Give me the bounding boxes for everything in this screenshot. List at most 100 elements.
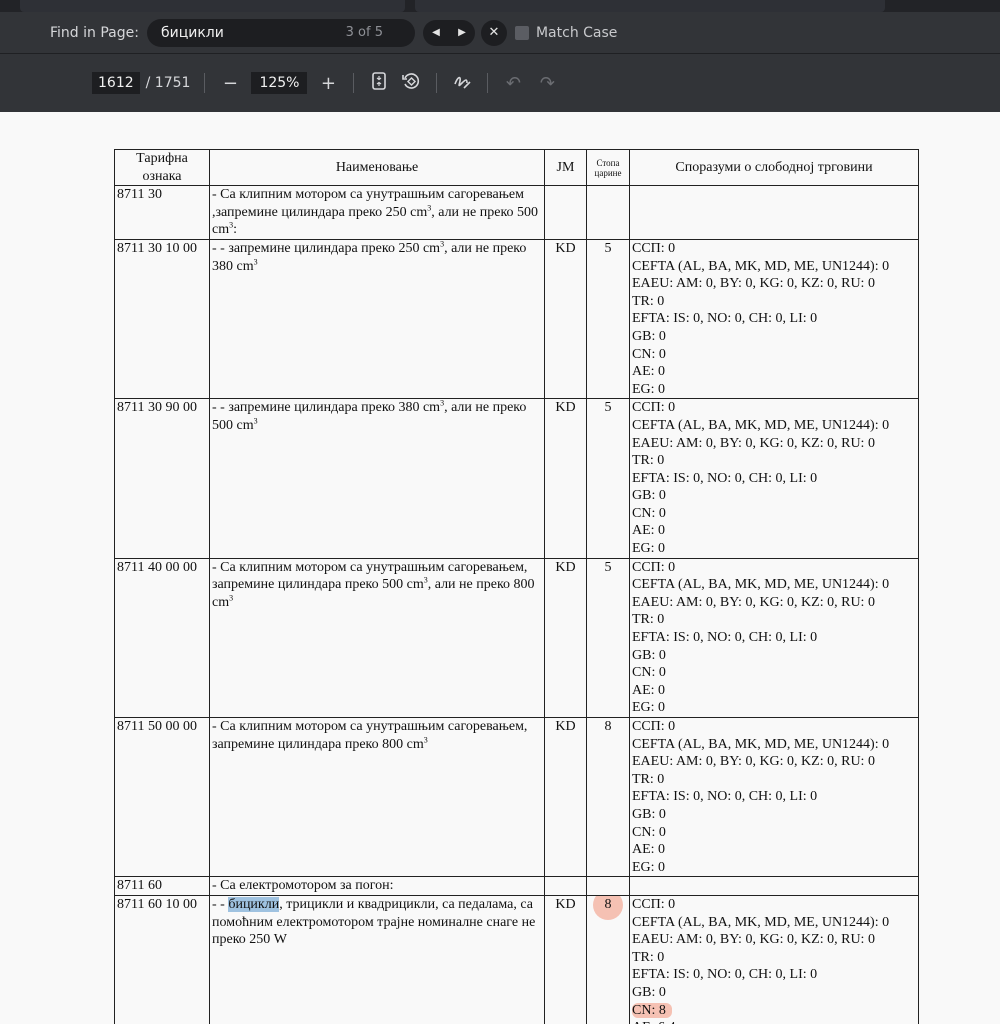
find-label: Find in Page: [50, 24, 139, 41]
pdf-toolbar: 1612 / 1751 − 125% + ↶ ↷ [0, 54, 1000, 112]
agreement-line: EG: 0 [632, 381, 666, 397]
table-row: 8711 60 10 00- - бицикли, трицикли и ква… [114, 894, 919, 1024]
trade-agreements: ССП: 0 CEFTA (AL, BA, MK, MD, ME, UN1244)… [629, 716, 919, 878]
agreement-line: CN: 0 [632, 824, 666, 840]
agreement-line: CEFTA (AL, BA, MK, MD, ME, UN1244): 0 [632, 577, 890, 593]
header-rate: Стопа царине [586, 148, 630, 187]
toolbar-divider [487, 73, 489, 93]
find-query[interactable]: бицикли [161, 25, 224, 41]
agreement-line: CN: 0 [632, 505, 666, 521]
agreement-line: CN: 0 [632, 665, 666, 681]
duty-rate [586, 185, 630, 240]
agreement-line: ССП: 0 [632, 896, 676, 912]
agreement-line: EFTA: IS: 0, NO: 0, CH: 0, LI: 0 [632, 470, 818, 486]
agreement-line: AE: 0 [632, 523, 666, 539]
chevron-right-icon[interactable]: ▶ [452, 27, 472, 38]
rate-annotation-circle: 8 [593, 896, 623, 920]
draw-icon[interactable] [451, 72, 473, 95]
redo-icon[interactable]: ↷ [536, 73, 558, 94]
agreement-line: EG: 0 [632, 700, 666, 716]
zoom-level-input[interactable]: 125% [251, 72, 308, 94]
match-case-checkbox[interactable] [514, 25, 529, 40]
agreement-line: EFTA: IS: 0, NO: 0, CH: 0, LI: 0 [632, 311, 818, 327]
unit-of-measure: KD [544, 716, 587, 878]
trade-agreements: ССП: 0 CEFTA (AL, BA, MK, MD, ME, UN1244)… [629, 557, 919, 719]
browser-tab[interactable] [20, 0, 405, 12]
trade-agreements [629, 876, 919, 896]
tariff-code: 8711 30 90 00 [114, 398, 210, 559]
agreement-line: EAEU: AM: 0, BY: 0, KG: 0, KZ: 0, RU: 0 [632, 594, 875, 610]
duty-rate: 5 [586, 557, 630, 719]
match-case-label[interactable]: Match Case [536, 25, 617, 41]
tariff-code: 8711 60 [114, 876, 210, 896]
table-row: 8711 30- Са клипним мотором са унутрашњи… [114, 185, 919, 240]
agreement-line: EFTA: IS: 0, NO: 0, CH: 0, LI: 0 [632, 967, 818, 983]
agreement-line: EFTA: IS: 0, NO: 0, CH: 0, LI: 0 [632, 630, 818, 646]
agreement-line: EG: 0 [632, 859, 666, 875]
toolbar-divider [204, 73, 206, 93]
item-description: - - бицикли, трицикли и квадрицикли, са … [209, 894, 545, 1024]
agreement-line: CN: 8 [632, 1002, 916, 1020]
zoom-in-button[interactable]: + [317, 73, 339, 94]
agreement-line: AE: 6,4 [632, 1019, 916, 1024]
duty-rate: 8 [586, 716, 630, 878]
unit-of-measure [544, 876, 587, 896]
close-icon[interactable]: ✕ [480, 19, 507, 46]
header-agreements: Споразуми о слободној трговини [629, 148, 919, 187]
find-in-page-bar: Find in Page: бицикли 3 of 5 ◀ ▶ ✕ Match… [0, 12, 1000, 54]
agreement-line: TR: 0 [632, 949, 665, 965]
agreement-line: TR: 0 [632, 453, 665, 469]
rotate-icon[interactable] [400, 72, 422, 95]
browser-tab[interactable] [415, 0, 885, 12]
agreement-line: EAEU: AM: 0, BY: 0, KG: 0, KZ: 0, RU: 0 [632, 435, 875, 451]
agreement-line: AE: 0 [632, 364, 666, 380]
unit-of-measure: KD [544, 238, 587, 400]
item-description: - Са клипним мотором са унутрашњим сагор… [209, 185, 545, 240]
duty-rate: 5 [586, 238, 630, 400]
agreement-line: EAEU: AM: 0, BY: 0, KG: 0, KZ: 0, RU: 0 [632, 932, 875, 948]
page-number-input[interactable]: 1612 [92, 72, 140, 94]
agreement-line: ССП: 0 [632, 240, 676, 256]
tariff-table: Тарифна ознака Наименовање ЈМ Стопа цари… [114, 148, 919, 1024]
agreement-line: EAEU: AM: 0, BY: 0, KG: 0, KZ: 0, RU: 0 [632, 276, 875, 292]
agreement-line: GB: 0 [632, 488, 666, 504]
header-name: Наименовање [209, 148, 545, 187]
match-count: 3 of 5 [345, 25, 383, 40]
duty-rate: 8 [586, 894, 630, 1024]
agreement-line: GB: 0 [632, 328, 666, 344]
tariff-table-body: 8711 30- Са клипним мотором са унутрашњи… [114, 185, 919, 1024]
agreement-line: CN: 0 [632, 346, 666, 362]
item-description: - - запремине цилиндара преко 380 cm3, а… [209, 398, 545, 559]
agreement-line: AE: 0 [632, 842, 666, 858]
agreement-line: ССП: 0 [632, 559, 676, 575]
toolbar-divider [436, 73, 438, 93]
agreement-line: TR: 0 [632, 771, 665, 787]
agreement-line: ССП: 0 [632, 719, 676, 734]
agreement-line: CEFTA (AL, BA, MK, MD, ME, UN1244): 0 [632, 258, 890, 274]
pdf-page: Тарифна ознака Наименовање ЈМ Стопа цари… [0, 112, 1000, 1024]
table-row: 8711 30 90 00- - запремине цилиндара пре… [114, 398, 919, 559]
chevron-left-icon[interactable]: ◀ [426, 27, 446, 38]
duty-rate: 5 [586, 398, 630, 559]
agreement-line: AE: 0 [632, 682, 666, 698]
agreement-line: TR: 0 [632, 612, 665, 628]
table-row: 8711 30 10 00- - запремине цилиндара пре… [114, 238, 919, 400]
item-description: - Са електромотором за погон: [209, 876, 545, 896]
zoom-out-button[interactable]: − [219, 73, 241, 94]
agreement-line: EFTA: IS: 0, NO: 0, CH: 0, LI: 0 [632, 789, 818, 805]
tariff-code: 8711 30 10 00 [114, 238, 210, 400]
find-nav-group: ◀ ▶ [422, 19, 475, 46]
fit-page-icon[interactable] [368, 71, 390, 95]
unit-of-measure: KD [544, 557, 587, 719]
page-total: / 1751 [145, 75, 191, 91]
undo-icon[interactable]: ↶ [502, 73, 524, 94]
tariff-code: 8711 30 [114, 185, 210, 240]
unit-of-measure: KD [544, 894, 587, 1024]
search-match-highlight: бицикли [228, 896, 280, 912]
tariff-code: 8711 40 00 00 [114, 557, 210, 719]
table-row: 8711 50 00 00- Са клипним мотором са уну… [114, 716, 919, 878]
header-code: Тарифна ознака [114, 148, 210, 187]
table-row: 8711 60- Са електромотором за погон: [114, 876, 919, 896]
find-input[interactable]: бицикли 3 of 5 [146, 18, 415, 47]
header-jm: ЈМ [544, 148, 587, 187]
